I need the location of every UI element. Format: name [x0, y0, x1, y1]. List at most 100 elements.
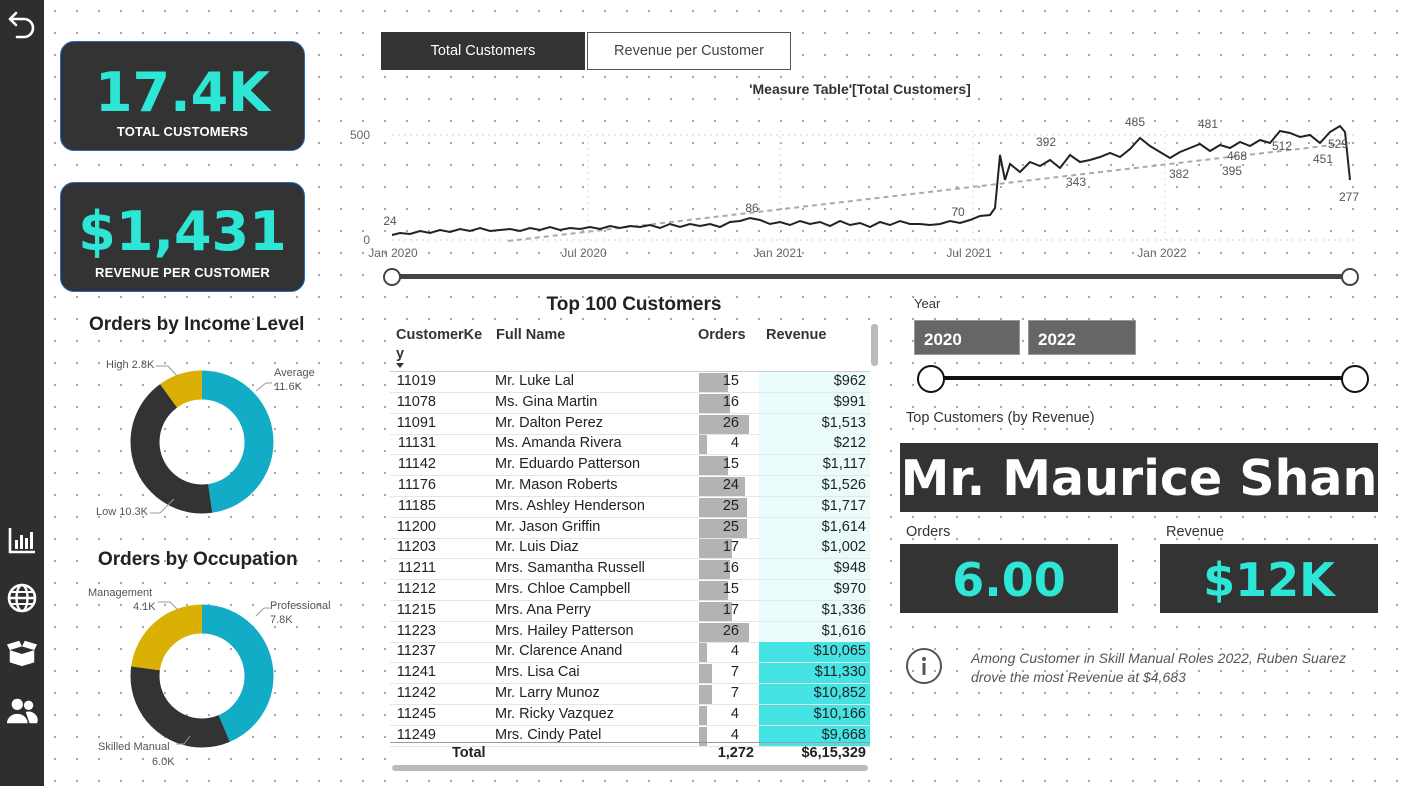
table-row[interactable]: 11237 Mr. Clarence Anand 4 $10,065 [390, 642, 870, 664]
cell-orders: 17 [722, 539, 739, 556]
back-arrow-icon[interactable] [6, 8, 38, 40]
cell-orders: 4 [730, 643, 739, 660]
tab-total-customers[interactable]: Total Customers [381, 32, 585, 70]
cell-full-name: Ms. Amanda Rivera [495, 435, 622, 452]
cell-orders: 7 [730, 685, 739, 701]
table-row[interactable]: 11223 Mrs. Hailey Patterson 26 $1,616 [390, 621, 870, 643]
year-from-input[interactable]: 2020 [914, 320, 1020, 355]
table-row[interactable]: 11241 Mrs. Lisa Cai 7 $11,330 [390, 663, 870, 685]
col-header-revenue[interactable]: Revenue [766, 327, 826, 343]
cell-full-name: Mr. Luke Lal [495, 373, 574, 389]
table-row[interactable]: 11131 Ms. Amanda Rivera 4 $212 [390, 434, 870, 456]
table-row[interactable]: 11142 Mr. Eduardo Patterson 15 $1,117 [390, 455, 870, 477]
cell-orders: 25 [722, 497, 739, 514]
year-to-input[interactable]: 2022 [1028, 320, 1136, 355]
table-horizontal-scrollbar[interactable] [392, 765, 868, 771]
kpi-label: TOTAL CUSTOMERS [116, 124, 249, 139]
line-chart-title: 'Measure Table'[Total Customers] [749, 81, 971, 97]
cell-full-name: Mrs. Samantha Russell [495, 560, 645, 577]
bar-chart-icon[interactable] [6, 524, 38, 556]
date-range-handle-start[interactable] [383, 268, 401, 286]
table-row[interactable]: 11211 Mrs. Samantha Russell 16 $948 [390, 559, 870, 581]
orders-data-bar [699, 435, 707, 455]
cell-revenue: $1,526 [821, 477, 866, 493]
income-chart-title: Orders by Income Level [89, 314, 305, 335]
table-row[interactable]: 11019 Mr. Luke Lal 15 $962 [390, 372, 870, 393]
kpi-label: REVENUE PER CUSTOMER [95, 265, 270, 280]
cell-full-name: Mrs. Ashley Henderson [495, 497, 645, 514]
year-slider-handle-end[interactable] [1341, 365, 1369, 393]
cell-orders: 15 [722, 456, 739, 473]
table-row[interactable]: 11203 Mr. Luis Diaz 17 $1,002 [390, 538, 870, 560]
cell-orders: 4 [730, 726, 739, 743]
data-label: 86 [745, 201, 759, 215]
table-row[interactable]: 11215 Mrs. Ana Perry 17 $1,336 [390, 600, 870, 622]
data-label: 382 [1169, 167, 1189, 181]
data-label: 24 [383, 214, 397, 228]
cell-orders: 4 [730, 705, 739, 722]
cell-orders: 25 [722, 518, 739, 535]
data-label: 485 [1125, 115, 1145, 129]
table-title: Top 100 Customers [546, 294, 722, 315]
occupation-label-skilled: Skilled Manual [98, 741, 170, 753]
cell-orders: 7 [730, 664, 739, 681]
orders-data-bar [699, 685, 712, 704]
total-customers-line [391, 124, 1351, 236]
cell-full-name: Mr. Clarence Anand [495, 643, 623, 660]
table-row[interactable]: 11078 Ms. Gina Martin 16 $991 [390, 392, 870, 414]
income-label-low: Low 10.3K [96, 506, 148, 518]
table-row[interactable]: 11200 Mr. Jason Griffin 25 $1,614 [390, 517, 870, 539]
cell-orders: 4 [730, 435, 739, 452]
year-slider-handle-start[interactable] [917, 365, 945, 393]
revenue-card-value: $12K [1160, 544, 1378, 613]
data-label: 451 [1313, 152, 1333, 166]
table-vertical-scrollbar[interactable] [871, 324, 878, 366]
total-revenue: $6,15,329 [801, 745, 866, 761]
left-nav [0, 0, 44, 786]
table-row[interactable]: 11176 Mr. Mason Roberts 24 $1,526 [390, 476, 870, 497]
table-row[interactable]: 11242 Mr. Larry Munoz 7 $10,852 [390, 684, 870, 705]
income-label-high: High 2.8K [106, 359, 155, 371]
cell-revenue: $970 [833, 581, 866, 597]
cell-customer-key: 11176 [397, 477, 436, 493]
revenue-card-label: Revenue [1166, 524, 1225, 540]
col-header-customer-key-wrap: y [396, 346, 405, 362]
globe-icon[interactable] [6, 582, 38, 614]
data-label: 392 [1036, 135, 1056, 149]
cell-orders: 16 [722, 393, 739, 410]
cell-full-name: Mrs. Ana Perry [495, 601, 591, 618]
cell-customer-key: 11215 [396, 601, 436, 618]
date-range-track[interactable] [391, 274, 1349, 279]
users-icon[interactable] [6, 695, 38, 727]
cell-full-name: Ms. Gina Martin [495, 393, 598, 410]
kpi-total-customers: 17.4K TOTAL CUSTOMERS [60, 41, 305, 151]
cell-customer-key: 11223 [396, 622, 436, 639]
sort-desc-icon[interactable] [396, 363, 404, 368]
data-label: 529 [1328, 137, 1348, 151]
date-range-handle-end[interactable] [1341, 268, 1359, 286]
x-tick: Jan 2022 [1137, 246, 1187, 260]
table-row[interactable]: 11212 Mrs. Chloe Campbell 15 $970 [390, 580, 870, 601]
cell-full-name: Mr. Jason Griffin [495, 518, 601, 535]
open-box-icon[interactable] [6, 637, 38, 669]
cell-customer-key: 11249 [396, 726, 436, 743]
cell-customer-key: 11242 [396, 685, 436, 701]
cell-revenue: $9,668 [821, 726, 866, 743]
cell-revenue: $212 [833, 435, 866, 452]
col-header-customer-key[interactable]: CustomerKe [396, 327, 482, 343]
data-label: 70 [951, 205, 965, 219]
cell-revenue: $1,616 [821, 622, 866, 639]
table-row[interactable]: 11249 Mrs. Cindy Patel 4 $9,668 [390, 725, 870, 747]
tab-revenue-per-customer[interactable]: Revenue per Customer [587, 32, 791, 70]
year-slider-track[interactable] [930, 376, 1356, 380]
data-label: 343 [1066, 175, 1086, 189]
cell-revenue: $962 [833, 373, 866, 389]
data-label: 277 [1339, 190, 1359, 204]
x-tick: Jan 2021 [753, 246, 803, 260]
table-row[interactable]: 11185 Mrs. Ashley Henderson 25 $1,717 [390, 496, 870, 518]
table-row[interactable]: 11091 Mr. Dalton Perez 26 $1,513 [390, 413, 870, 435]
col-header-orders[interactable]: Orders [698, 327, 746, 343]
col-header-full-name[interactable]: Full Name [496, 327, 565, 343]
cell-customer-key: 11203 [396, 539, 436, 556]
table-row[interactable]: 11245 Mr. Ricky Vazquez 4 $10,166 [390, 704, 870, 726]
